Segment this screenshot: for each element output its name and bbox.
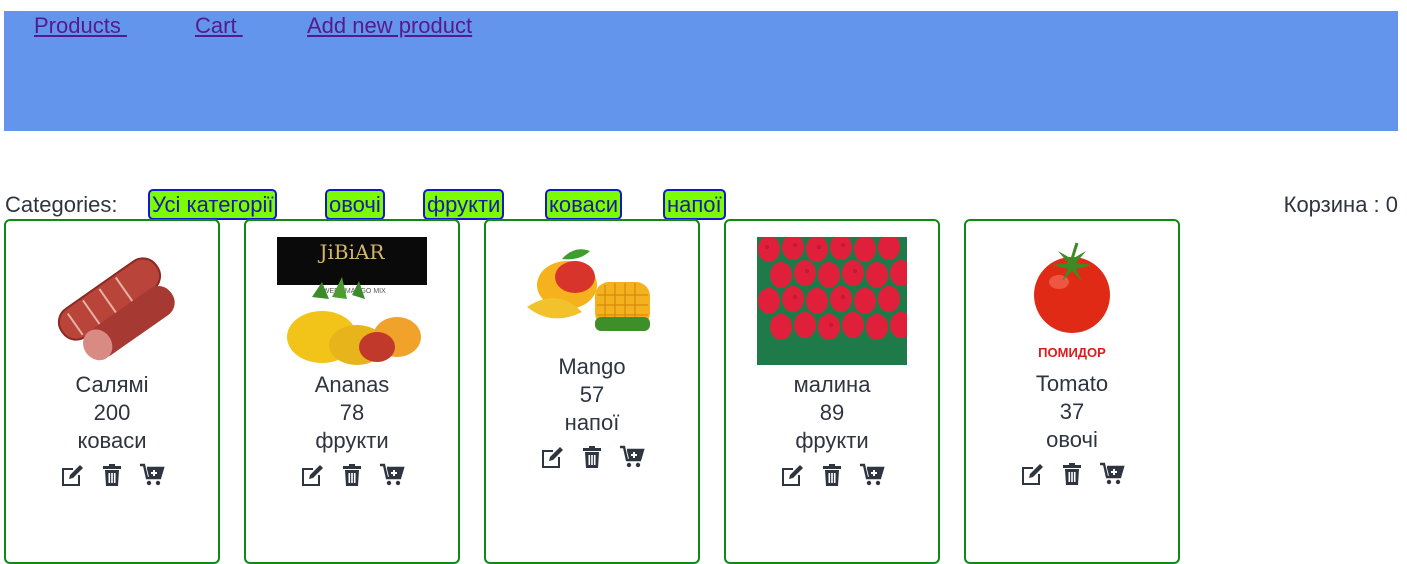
trash-icon[interactable]: [1059, 461, 1085, 487]
product-card: Mango 57 напої: [484, 219, 700, 564]
tomato-label-text: ПОМИДОР: [1038, 345, 1106, 360]
edit-icon[interactable]: [1019, 461, 1045, 487]
nav-link-products[interactable]: Products: [34, 13, 127, 39]
product-name: малина: [793, 372, 871, 397]
cart-plus-icon[interactable]: [859, 462, 885, 488]
product-name: Mango: [558, 354, 626, 379]
product-image-salami: [37, 237, 187, 367]
product-price: 78: [339, 400, 365, 425]
nav-link-add-product[interactable]: Add new product: [307, 13, 472, 39]
trash-icon[interactable]: [819, 462, 845, 488]
edit-icon[interactable]: [539, 444, 565, 470]
category-button-all[interactable]: Усі категорії: [148, 189, 278, 220]
trash-icon[interactable]: [579, 444, 605, 470]
product-price: 200: [93, 400, 131, 425]
product-image-jibiar: JiBiAR SWEET MANGO MIX: [277, 237, 427, 367]
category-button-drinks[interactable]: напої: [663, 189, 726, 220]
nav-link-cart[interactable]: Cart: [195, 13, 243, 39]
cart-plus-icon[interactable]: [139, 462, 165, 488]
product-card: ПОМИДОР Tomato 37 овочі: [964, 219, 1180, 564]
product-card: малина 89 фрукти: [724, 219, 940, 564]
edit-icon[interactable]: [299, 462, 325, 488]
cart-plus-icon[interactable]: [1099, 461, 1125, 487]
categories-label: Categories:: [5, 192, 118, 217]
product-category: напої: [564, 410, 620, 435]
cart-count: Корзина : 0: [1283, 192, 1398, 217]
jibiar-logo-text: JiBiAR: [317, 240, 385, 264]
product-category: фрукти: [315, 428, 389, 453]
edit-icon[interactable]: [59, 462, 85, 488]
cart-plus-icon[interactable]: [619, 444, 645, 470]
category-button-fruits[interactable]: фрукти: [423, 189, 505, 220]
edit-icon[interactable]: [779, 462, 805, 488]
product-image-tomato: ПОМИДОР: [997, 237, 1147, 365]
category-button-vegetables[interactable]: овочі: [325, 189, 385, 220]
top-nav-bar: Products Cart Add new product: [4, 11, 1398, 131]
product-category: фрукти: [795, 428, 869, 453]
product-image-mango: [517, 237, 667, 347]
trash-icon[interactable]: [339, 462, 365, 488]
cart-plus-icon[interactable]: [379, 462, 405, 488]
trash-icon[interactable]: [99, 462, 125, 488]
svg-text:SWEET MANGO MIX: SWEET MANGO MIX: [318, 288, 386, 295]
product-price: 37: [1059, 399, 1085, 424]
product-category: овочі: [1046, 427, 1098, 452]
product-name: Tomato: [1035, 371, 1109, 396]
product-name: Салямі: [75, 372, 149, 397]
product-category: коваси: [77, 428, 147, 453]
product-image-raspberry: [757, 234, 912, 365]
product-name: Ananas: [314, 372, 390, 397]
product-card: JiBiAR SWEET MANGO MIX Ananas 78 фрукти: [244, 219, 460, 564]
product-price: 57: [579, 382, 605, 407]
category-button-sausages[interactable]: коваси: [545, 189, 623, 220]
product-card: Салямі 200 коваси: [4, 219, 220, 564]
product-price: 89: [819, 400, 845, 425]
